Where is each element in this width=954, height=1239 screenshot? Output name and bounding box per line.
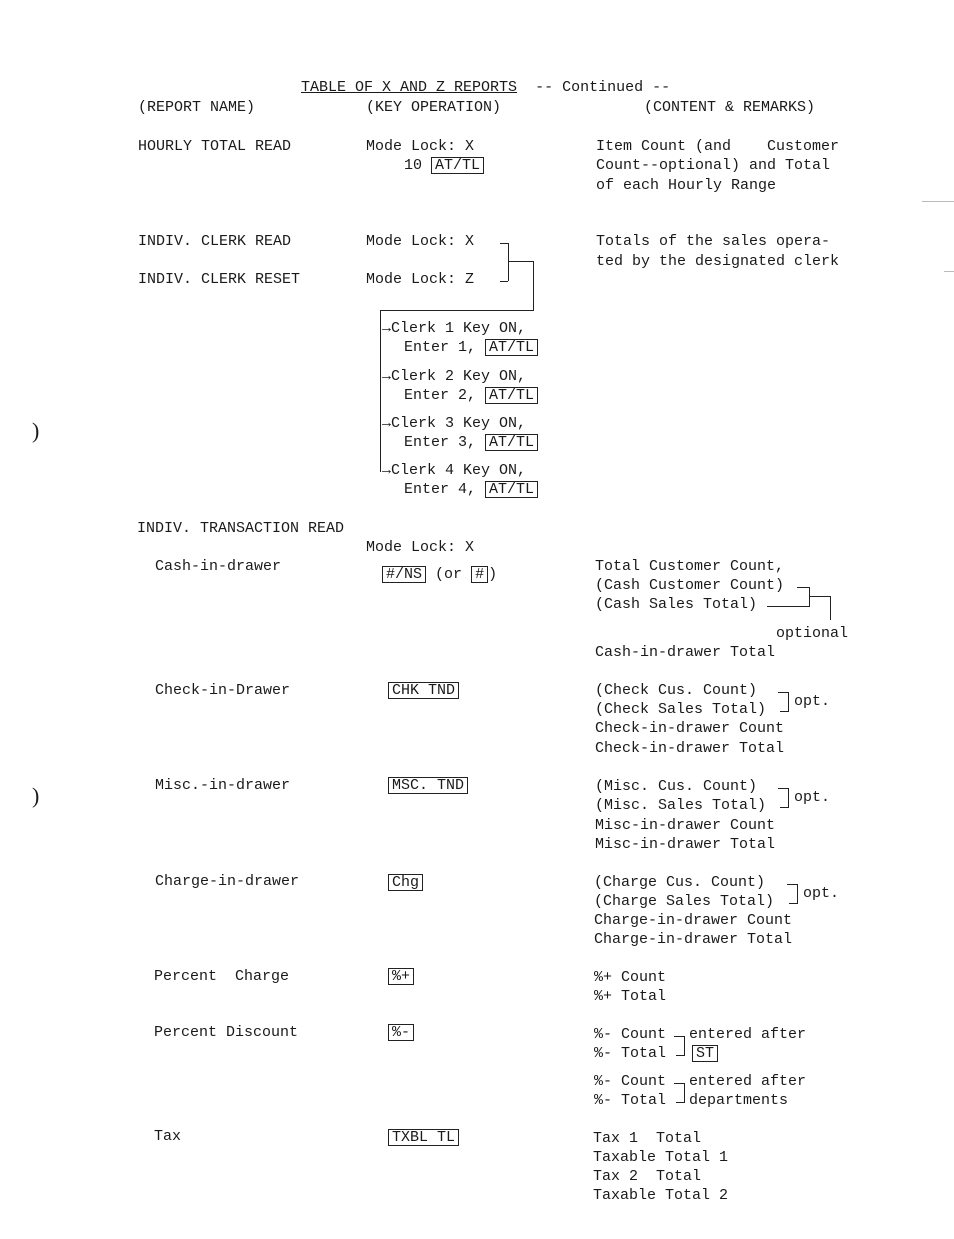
charge-content-4: Charge-in-drawer Total	[594, 931, 793, 948]
percent-discount-content-1: %- Count	[594, 1026, 667, 1043]
tax-content-1: Tax 1 Total	[593, 1130, 702, 1147]
clerk-step-4-line2: Enter 4, AT/TL	[404, 480, 539, 499]
header-content: (CONTENT & REMARKS)	[644, 99, 816, 116]
clerk-step-1-line1: →Clerk 1 Key ON,	[382, 320, 527, 337]
taxable-total-key-wrap: TXBL TL	[388, 1128, 460, 1147]
document-title: TABLE OF X AND Z REPORTS -- Continued --	[283, 59, 670, 97]
hourly-report-name: HOURLY TOTAL READ	[138, 138, 292, 155]
percent-minus-key-wrap: %-	[388, 1023, 415, 1042]
misc-tender-key: MSC. TND	[388, 777, 469, 794]
clerk-step-2-line2: Enter 2, AT/TL	[404, 386, 539, 405]
misc-tender-key-wrap: MSC. TND	[388, 776, 469, 795]
check-tender-key-wrap: CHK TND	[388, 681, 460, 700]
tax-content-4: Taxable Total 2	[593, 1187, 729, 1204]
hourly-content-3: of each Hourly Range	[596, 177, 777, 194]
margin-mark-1: )	[32, 418, 40, 443]
hourly-content-1: Item Count (and Customer	[596, 138, 840, 155]
discount-note-1a: entered after	[689, 1026, 807, 1043]
cash-content-1: Total Customer Count,	[595, 558, 785, 575]
percent-discount-content-2: %- Total	[594, 1045, 667, 1062]
hourly-content-2: Count--optional) and Total	[596, 157, 831, 174]
at-tl-key: AT/TL	[485, 387, 539, 404]
at-tl-key: AT/TL	[485, 339, 539, 356]
clerk-step-3-line1: →Clerk 3 Key ON,	[382, 415, 527, 432]
tax-content-2: Taxable Total 1	[593, 1149, 729, 1166]
misc-in-drawer-name: Misc.-in-drawer	[155, 777, 291, 794]
transaction-report-name: INDIV. TRANSACTION READ	[137, 520, 345, 537]
percent-discount-name: Percent Discount	[154, 1024, 299, 1041]
misc-content-1: (Misc. Cus. Count)	[595, 778, 758, 795]
percent-discount-content-4: %- Total	[594, 1092, 667, 1109]
percent-plus-key: %+	[388, 968, 415, 985]
cash-content-2: (Cash Customer Count)	[595, 577, 785, 594]
charge-content-3: Charge-in-drawer Count	[594, 912, 793, 929]
subtotal-key: ST	[692, 1045, 719, 1062]
check-tender-key: CHK TND	[388, 682, 460, 699]
charge-key-wrap: Chg	[388, 873, 424, 892]
header-report-name: (REPORT NAME)	[138, 99, 256, 116]
no-sale-key: #/NS	[382, 566, 427, 583]
cash-in-drawer-total: Cash-in-drawer Total	[595, 644, 776, 661]
at-tl-key: AT/TL	[485, 481, 539, 498]
charge-in-drawer-name: Charge-in-drawer	[155, 873, 300, 890]
check-content-4: Check-in-drawer Total	[595, 740, 785, 757]
clerk-step-1-line2: Enter 1, AT/TL	[404, 338, 539, 357]
charge-opt-note: opt.	[803, 885, 840, 902]
title-suffix: -- Continued --	[535, 79, 671, 96]
header-key-operation: (KEY OPERATION)	[366, 99, 502, 116]
cash-in-drawer-name: Cash-in-drawer	[155, 558, 282, 575]
cash-key-sequence: #/NS (or #)	[382, 565, 497, 584]
clerk-step-4-line1: →Clerk 4 Key ON,	[382, 462, 527, 479]
check-content-3: Check-in-drawer Count	[595, 720, 785, 737]
clerk-step-3-line2: Enter 3, AT/TL	[404, 433, 539, 452]
misc-content-4: Misc-in-drawer Total	[595, 836, 776, 853]
clerk-content-1: Totals of the sales opera-	[596, 233, 831, 250]
clerk-read-name: INDIV. CLERK READ	[138, 233, 292, 250]
cash-optional-note: optional	[776, 625, 849, 642]
misc-content-2: (Misc. Sales Total)	[595, 797, 767, 814]
percent-charge-name: Percent Charge	[154, 968, 290, 985]
clerk-reset-mode: Mode Lock: Z	[366, 271, 475, 288]
clerk-content-2: ted by the designated clerk	[596, 253, 840, 270]
tax-content-3: Tax 2 Total	[593, 1168, 702, 1185]
hash-key: #	[471, 566, 489, 583]
charge-key: Chg	[388, 874, 424, 891]
hourly-prefix: 10	[404, 157, 423, 174]
percent-charge-content-1: %+ Count	[594, 969, 667, 986]
percent-plus-key-wrap: %+	[388, 967, 415, 986]
misc-opt-note: opt.	[794, 789, 831, 806]
clerk-read-mode: Mode Lock: X	[366, 233, 475, 250]
charge-content-2: (Charge Sales Total)	[594, 893, 775, 910]
hourly-key-sequence: 10 AT/TL	[404, 156, 485, 175]
cash-content-3: (Cash Sales Total)	[595, 596, 758, 613]
discount-note-2b: departments	[689, 1092, 789, 1109]
subtotal-key-wrap: ST	[692, 1044, 719, 1063]
check-content-1: (Check Cus. Count)	[595, 682, 758, 699]
tax-name: Tax	[154, 1128, 182, 1145]
discount-note-2a: entered after	[689, 1073, 807, 1090]
margin-mark-2: )	[32, 783, 40, 808]
charge-content-1: (Charge Cus. Count)	[594, 874, 766, 891]
check-opt-note: opt.	[794, 693, 831, 710]
percent-discount-content-3: %- Count	[594, 1073, 667, 1090]
title-main: TABLE OF X AND Z REPORTS	[301, 79, 518, 96]
at-tl-key: AT/TL	[431, 157, 485, 174]
clerk-step-2-line1: →Clerk 2 Key ON,	[382, 368, 527, 385]
percent-charge-content-2: %+ Total	[594, 988, 667, 1005]
at-tl-key: AT/TL	[485, 434, 539, 451]
transaction-mode-lock: Mode Lock: X	[366, 539, 475, 556]
margin-tick	[944, 271, 954, 272]
misc-content-3: Misc-in-drawer Count	[595, 817, 776, 834]
percent-minus-key: %-	[388, 1024, 415, 1041]
clerk-reset-name: INDIV. CLERK RESET	[138, 271, 301, 288]
check-in-drawer-name: Check-in-Drawer	[155, 682, 291, 699]
margin-rule	[922, 201, 954, 202]
taxable-total-key: TXBL TL	[388, 1129, 460, 1146]
check-content-2: (Check Sales Total)	[595, 701, 767, 718]
hourly-mode-lock: Mode Lock: X	[366, 138, 475, 155]
